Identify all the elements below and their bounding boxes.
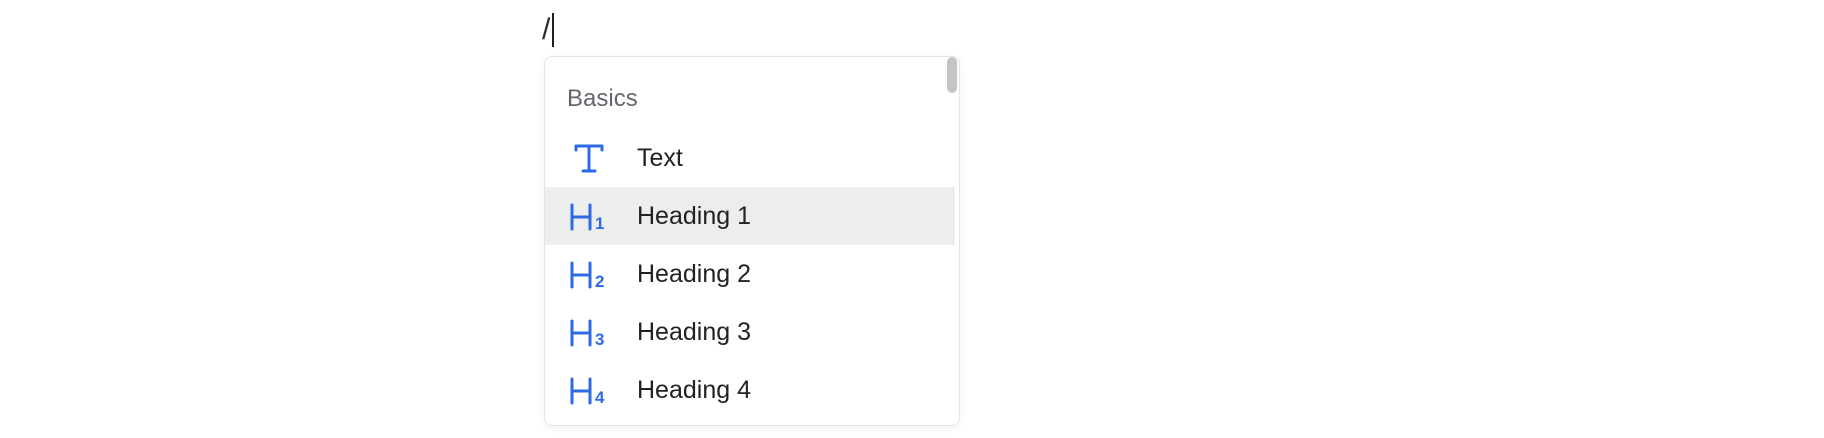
menu-item-label: Text bbox=[637, 143, 683, 172]
menu-item-heading-3[interactable]: 3 Heading 3 bbox=[545, 303, 955, 361]
menu-scrollbar-thumb[interactable] bbox=[947, 57, 957, 93]
text-caret bbox=[552, 13, 555, 47]
svg-text:1: 1 bbox=[595, 214, 604, 233]
menu-item-heading-4[interactable]: 4 Heading 4 bbox=[545, 361, 955, 419]
svg-text:4: 4 bbox=[595, 388, 605, 407]
svg-text:2: 2 bbox=[595, 272, 604, 291]
slash-command-menu: Basics Text 1 Heading 1 2 Heading 2 3 He… bbox=[544, 56, 960, 426]
svg-text:3: 3 bbox=[595, 330, 604, 349]
menu-item-heading-2[interactable]: 2 Heading 2 bbox=[545, 245, 955, 303]
menu-item-heading-1[interactable]: 1 Heading 1 bbox=[545, 187, 955, 245]
editor-line[interactable]: / bbox=[542, 8, 555, 52]
menu-item-label: Heading 2 bbox=[637, 259, 751, 288]
text-type-icon bbox=[567, 139, 611, 177]
heading-4-icon: 4 bbox=[567, 371, 611, 409]
heading-3-icon: 3 bbox=[567, 313, 611, 351]
heading-2-icon: 2 bbox=[567, 255, 611, 293]
section-title-basics: Basics bbox=[567, 85, 638, 112]
menu-item-label: Heading 4 bbox=[637, 375, 751, 404]
menu-item-text[interactable]: Text bbox=[545, 129, 955, 187]
heading-1-icon: 1 bbox=[567, 197, 611, 235]
menu-item-label: Heading 1 bbox=[637, 201, 751, 230]
menu-item-label: Heading 3 bbox=[637, 317, 751, 346]
typed-slash: / bbox=[542, 13, 551, 46]
